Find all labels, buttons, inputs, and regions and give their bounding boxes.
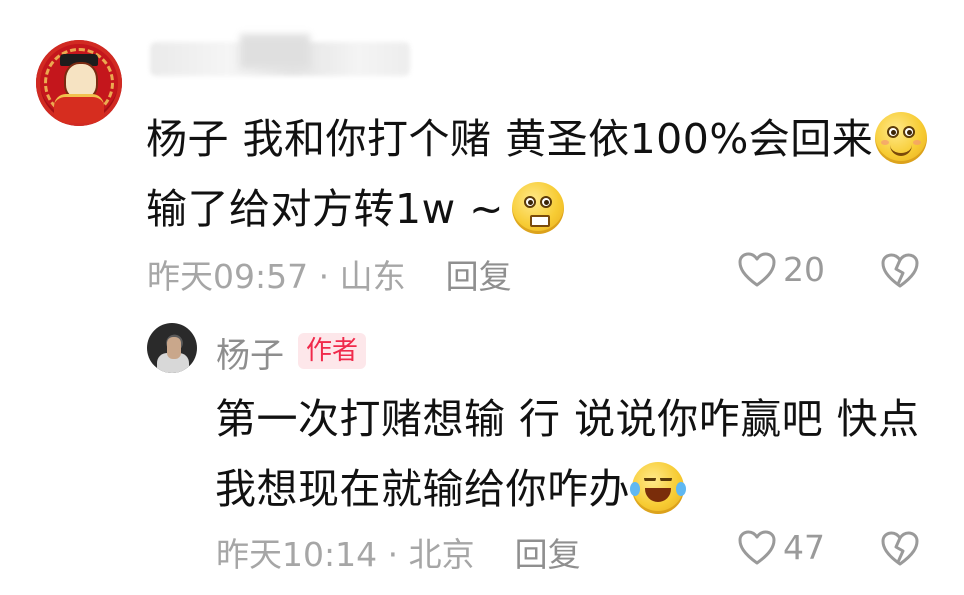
avatar-hand — [167, 337, 181, 359]
smile-emoji-icon — [875, 112, 928, 164]
reply-like-count: 47 — [783, 528, 825, 567]
like-count: 20 — [783, 250, 825, 289]
username-blurred[interactable] — [150, 42, 410, 76]
reply-button[interactable]: 回复 — [446, 257, 512, 296]
comment-line: 输了给对方转1w ~ — [146, 174, 926, 244]
broken-heart-icon — [881, 253, 919, 288]
comment-body: 杨子 我和你打个赌 黄圣依100%会回来 输了给对方转1w ~ — [146, 104, 928, 244]
reply-username[interactable]: 杨子 — [216, 328, 284, 377]
reply-meta: 昨天10:14 · 北京 回复 — [216, 528, 581, 576]
comment-text-line2: 输了给对方转1w ~ — [146, 185, 505, 233]
reply-line: 我想现在就输给你咋办 — [215, 454, 935, 524]
comment-line: 杨子 我和你打个赌 黄圣依100%会回来 — [146, 104, 928, 174]
comment-thread: 杨子 我和你打个赌 黄圣依100%会回来 输了给对方转1w ~ 昨天09:57 … — [0, 0, 964, 595]
author-badge: 作者 — [298, 333, 367, 369]
reply-text-line2: 我想现在就输给你咋办 — [215, 465, 630, 513]
reply-reply-button[interactable]: 回复 — [515, 535, 581, 574]
reply-dislike-button[interactable] — [880, 530, 920, 572]
avatar[interactable] — [36, 40, 122, 126]
broken-heart-icon — [881, 531, 919, 566]
heart-icon — [738, 530, 776, 564]
laugh-cry-emoji-icon — [630, 462, 686, 514]
reply-text-line1: 第一次打赌想输 行 说说你咋赢吧 快点 — [215, 395, 920, 443]
comment-text-line1: 杨子 我和你打个赌 黄圣依100%会回来 — [146, 115, 874, 163]
like-button[interactable]: 20 — [737, 250, 825, 289]
avatar-robe — [54, 94, 104, 123]
heart-icon — [738, 252, 776, 286]
comment-time-location: 昨天09:57 · 山东 — [147, 257, 406, 296]
reply-time-location: 昨天10:14 · 北京 — [216, 535, 475, 574]
grin-emoji-icon — [512, 182, 565, 234]
comment-meta: 昨天09:57 · 山东 回复 — [147, 250, 512, 298]
reply-avatar[interactable] — [147, 323, 197, 373]
reply-like-button[interactable]: 47 — [737, 528, 825, 567]
reply-body: 第一次打赌想输 行 说说你咋赢吧 快点 我想现在就输给你咋办 — [215, 384, 935, 524]
dislike-button[interactable] — [880, 252, 920, 294]
